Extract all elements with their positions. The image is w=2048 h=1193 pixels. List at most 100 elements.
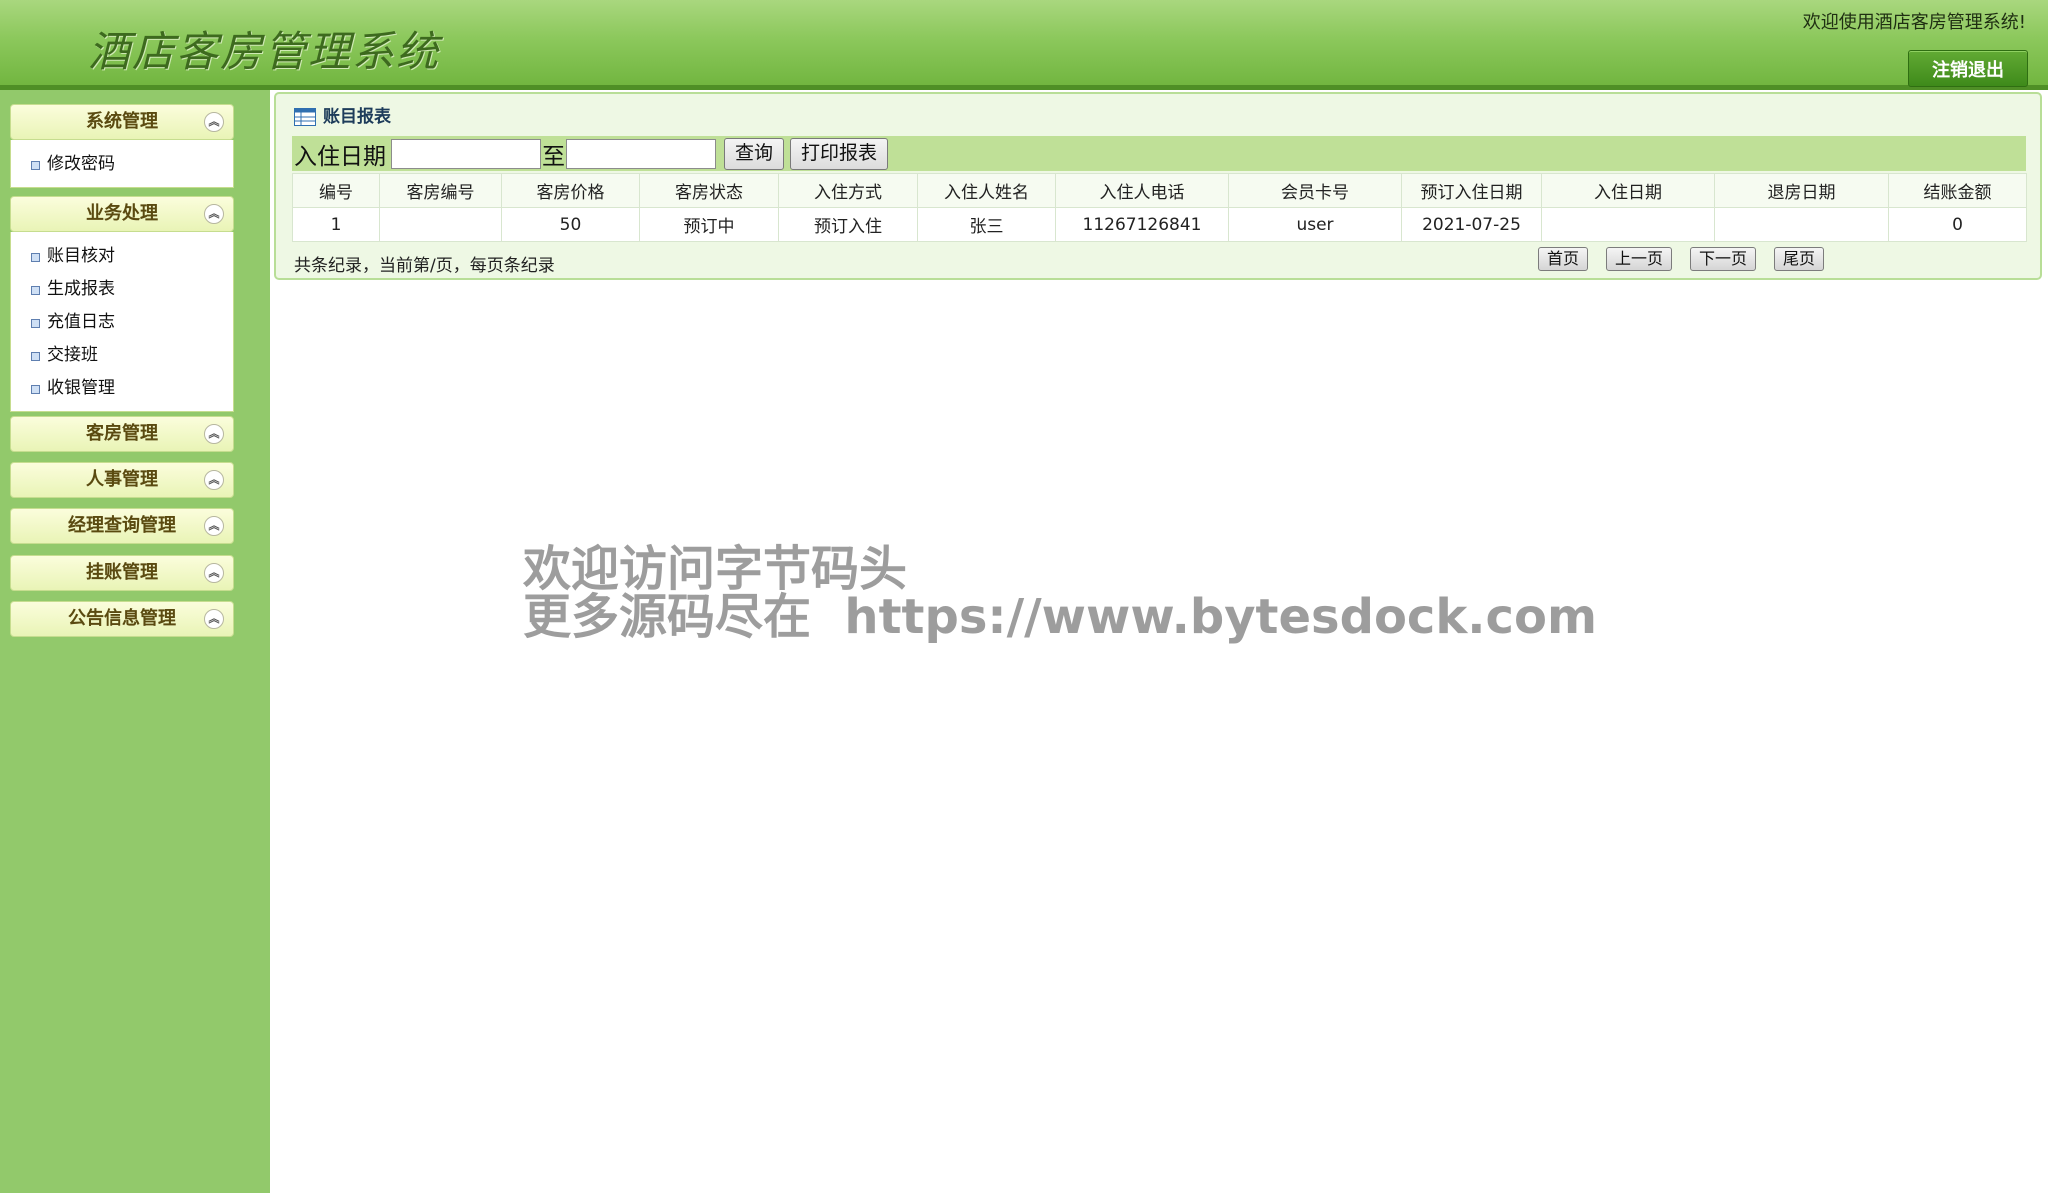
column-header: 编号 — [292, 173, 380, 208]
column-header: 入住人电话 — [1055, 173, 1229, 208]
panel-title-text: 账目报表 — [323, 107, 391, 127]
menu-item-account-check[interactable]: 账目核对 — [11, 240, 233, 273]
pager: 首页 上一页 下一页 尾页 — [1538, 247, 1842, 271]
bullet-icon — [31, 352, 40, 361]
menu-header-manager-query[interactable]: 经理查询管理 ︽ — [10, 508, 234, 544]
menu-header-system[interactable]: 系统管理 ︽ — [10, 104, 234, 140]
column-header: 客房状态 — [639, 173, 779, 208]
app-title: 酒店客房管理系统 — [88, 27, 441, 76]
chevron-up-icon[interactable]: ︽ — [204, 470, 224, 490]
table-cell: 预订入住 — [778, 207, 918, 242]
menu-group-hr: 人事管理 ︽ — [10, 462, 234, 498]
menu-item-label: 充值日志 — [47, 312, 115, 332]
menu-header-business[interactable]: 业务处理 ︽ — [10, 196, 234, 232]
menu-item-change-password[interactable]: 修改密码 — [11, 148, 233, 181]
menu-group-credit: 挂账管理 ︽ — [10, 555, 234, 591]
column-header: 预订入住日期 — [1401, 173, 1542, 208]
column-header: 入住日期 — [1541, 173, 1715, 208]
table-cell: 11267126841 — [1055, 207, 1229, 242]
table-cell: 张三 — [917, 207, 1056, 242]
menu-header-label: 挂账管理 — [86, 562, 158, 583]
menu-group-rooms: 客房管理 ︽ — [10, 416, 234, 452]
chevron-up-icon[interactable]: ︽ — [204, 563, 224, 583]
menu-header-label: 业务处理 — [86, 203, 158, 224]
chevron-up-icon[interactable]: ︽ — [204, 204, 224, 224]
column-header: 客房价格 — [501, 173, 640, 208]
bullet-icon — [31, 319, 40, 328]
table-cell: user — [1228, 207, 1402, 242]
watermark: 欢迎访问字节码头 更多源码尽在 https://www.bytesdock.co… — [523, 545, 1597, 641]
column-header: 入住人姓名 — [917, 173, 1056, 208]
table-cell — [1541, 207, 1715, 242]
menu-group-business: 业务处理 ︽ 账目核对 生成报表 充值日志 交接班 收银管理 — [10, 196, 234, 412]
table-cell: 50 — [501, 207, 640, 242]
chevron-up-icon[interactable]: ︽ — [204, 609, 224, 629]
bullet-icon — [31, 253, 40, 262]
pager-summary: 共条纪录，当前第/页，每页条纪录 — [294, 256, 555, 276]
next-page-button[interactable]: 下一页 — [1690, 247, 1757, 271]
menu-header-label: 系统管理 — [86, 111, 158, 132]
header: 酒店客房管理系统 欢迎使用酒店客房管理系统! 注销退出 — [0, 0, 2048, 90]
menu-header-label: 客房管理 — [86, 423, 158, 444]
column-header: 入住方式 — [778, 173, 918, 208]
menu-items-business: 账目核对 生成报表 充值日志 交接班 收银管理 — [10, 232, 234, 412]
menu-item-recharge-log[interactable]: 充值日志 — [11, 306, 233, 339]
menu-item-cashier[interactable]: 收银管理 — [11, 372, 233, 405]
menu-header-label: 经理查询管理 — [68, 515, 176, 536]
watermark-line-1: 欢迎访问字节码头 — [523, 541, 908, 597]
menu-group-notices: 公告信息管理 ︽ — [10, 601, 234, 637]
menu-header-label: 公告信息管理 — [68, 608, 176, 629]
bullet-icon — [31, 286, 40, 295]
watermark-line-2: 更多源码尽在 https://www.bytesdock.com — [523, 589, 1597, 645]
bullet-icon — [31, 385, 40, 394]
menu-header-hr[interactable]: 人事管理 ︽ — [10, 462, 234, 498]
query-button[interactable]: 查询 — [724, 137, 785, 170]
chevron-up-icon[interactable]: ︽ — [204, 516, 224, 536]
last-page-button[interactable]: 尾页 — [1774, 247, 1825, 271]
table-cell: 2021-07-25 — [1401, 207, 1542, 242]
logout-button[interactable]: 注销退出 — [1908, 50, 2028, 87]
menu-item-label: 收银管理 — [47, 378, 115, 398]
bullet-icon — [31, 161, 40, 170]
menu-header-label: 人事管理 — [86, 469, 158, 490]
menu-group-system: 系统管理 ︽ 修改密码 — [10, 104, 234, 188]
menu-group-manager-query: 经理查询管理 ︽ — [10, 508, 234, 544]
column-header: 退房日期 — [1714, 173, 1889, 208]
table-header-row: 编号 客房编号 客房价格 客房状态 入住方式 入住人姓名 入住人电话 会员卡号 … — [292, 173, 2027, 208]
table-icon — [294, 108, 316, 126]
table-cell — [379, 207, 502, 242]
chevron-up-icon[interactable]: ︽ — [204, 424, 224, 444]
menu-header-notices[interactable]: 公告信息管理 ︽ — [10, 601, 234, 637]
welcome-text: 欢迎使用酒店客房管理系统! — [1802, 12, 2026, 33]
table-row: 1 50 预订中 预订入住 张三 11267126841 user 2021-0… — [292, 207, 2027, 242]
panel-title: 账目报表 — [294, 102, 391, 132]
chevron-up-icon[interactable]: ︽ — [204, 112, 224, 132]
print-report-button[interactable]: 打印报表 — [790, 137, 889, 170]
menu-item-label: 账目核对 — [47, 246, 115, 266]
start-date-input[interactable] — [391, 138, 541, 169]
table-cell: 0 — [1888, 207, 2027, 242]
column-header: 结账金额 — [1888, 173, 2027, 208]
column-header: 会员卡号 — [1228, 173, 1402, 208]
table-cell: 1 — [292, 207, 380, 242]
table-cell: 预订中 — [639, 207, 779, 242]
end-date-input[interactable] — [566, 138, 716, 169]
range-separator: 至 — [542, 143, 565, 170]
report-table: 编号 客房编号 客房价格 客房状态 入住方式 入住人姓名 入住人电话 会员卡号 … — [292, 173, 2027, 242]
report-panel: 账目报表 入住日期 至 查询 打印报表 编号 客房编号 客房价格 客房状态 入住… — [274, 92, 2042, 280]
menu-item-generate-report[interactable]: 生成报表 — [11, 273, 233, 306]
menu-item-label: 生成报表 — [47, 279, 115, 299]
menu-items-system: 修改密码 — [10, 140, 234, 188]
menu-item-label: 交接班 — [47, 345, 98, 365]
checkin-date-label: 入住日期 — [294, 143, 386, 170]
first-page-button[interactable]: 首页 — [1538, 247, 1589, 271]
search-bar: 入住日期 至 查询 打印报表 — [292, 136, 2026, 171]
column-header: 客房编号 — [379, 173, 502, 208]
menu-item-label: 修改密码 — [47, 154, 115, 174]
menu-item-shift-handover[interactable]: 交接班 — [11, 339, 233, 372]
menu-header-rooms[interactable]: 客房管理 ︽ — [10, 416, 234, 452]
table-cell — [1714, 207, 1889, 242]
menu-header-credit[interactable]: 挂账管理 ︽ — [10, 555, 234, 591]
sidebar: 系统管理 ︽ 修改密码 业务处理 ︽ 账目核对 生成报表 充值日志 交接班 收银… — [0, 90, 270, 1193]
prev-page-button[interactable]: 上一页 — [1606, 247, 1673, 271]
